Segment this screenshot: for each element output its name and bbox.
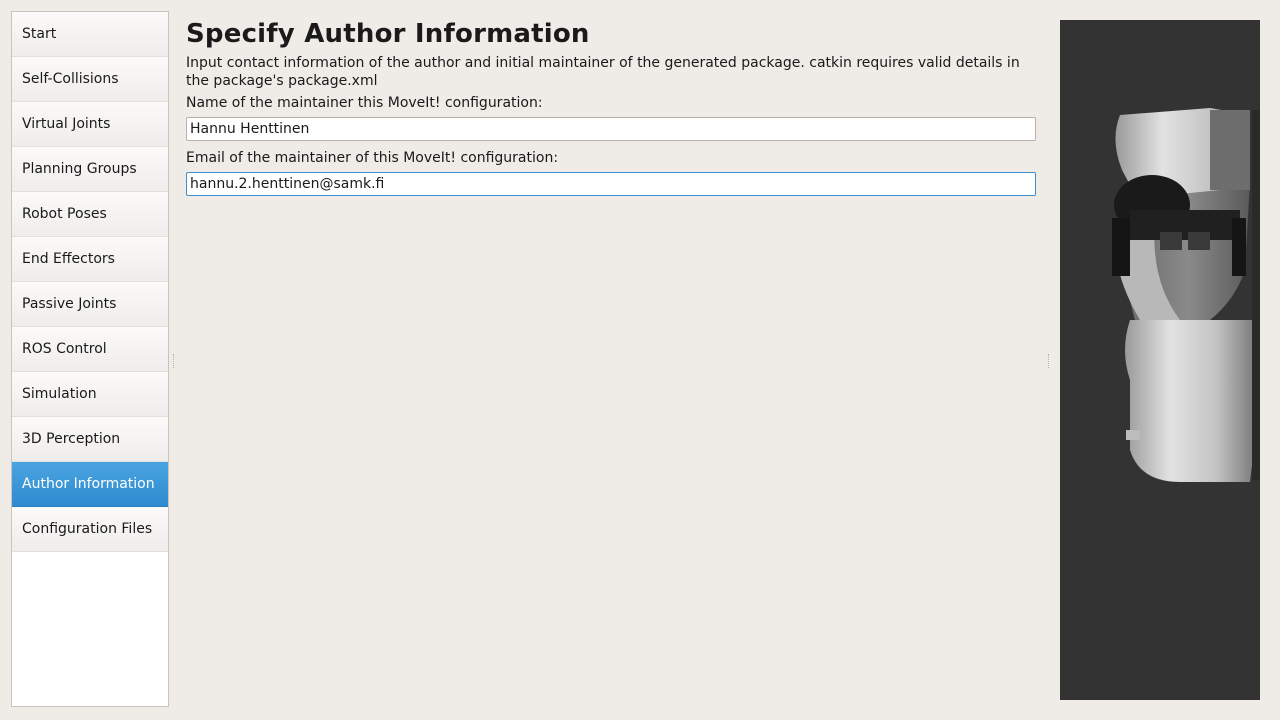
maintainer-name-label: Name of the maintainer this MoveIt! conf… xyxy=(186,95,543,111)
sidebar-item-simulation[interactable]: Simulation xyxy=(12,372,168,417)
maintainer-email-field[interactable] xyxy=(186,172,1036,196)
sidebar-item-configuration-files[interactable]: Configuration Files xyxy=(12,507,168,552)
sidebar-item-passive-joints[interactable]: Passive Joints xyxy=(12,282,168,327)
sidebar-item-end-effectors[interactable]: End Effectors xyxy=(12,237,168,282)
sidebar-item-start[interactable]: Start xyxy=(12,12,168,57)
moveit-setup-assistant-window: Start Self-Collisions Virtual Joints Pla… xyxy=(0,0,1280,720)
sidebar-item-virtual-joints[interactable]: Virtual Joints xyxy=(12,102,168,147)
sidebar-item-robot-poses[interactable]: Robot Poses xyxy=(12,192,168,237)
sidebar-item-self-collisions[interactable]: Self-Collisions xyxy=(12,57,168,102)
left-splitter-handle[interactable] xyxy=(173,354,176,368)
sidebar-nav: Start Self-Collisions Virtual Joints Pla… xyxy=(11,11,169,707)
page-title: Specify Author Information xyxy=(186,19,590,49)
page-description: Input contact information of the author … xyxy=(186,55,1020,89)
author-info-panel: Specify Author Information Input contact… xyxy=(186,16,1036,196)
sidebar-item-3d-perception[interactable]: 3D Perception xyxy=(12,417,168,462)
maintainer-name-field[interactable] xyxy=(186,117,1036,141)
robot-3d-viewport[interactable] xyxy=(1060,20,1260,700)
sidebar-item-planning-groups[interactable]: Planning Groups xyxy=(12,147,168,192)
sidebar-item-ros-control[interactable]: ROS Control xyxy=(12,327,168,372)
robot-arm-model-image xyxy=(1112,108,1260,482)
right-splitter-handle[interactable] xyxy=(1048,354,1051,368)
sidebar-item-author-information[interactable]: Author Information xyxy=(12,462,168,507)
maintainer-email-label: Email of the maintainer of this MoveIt! … xyxy=(186,150,559,166)
